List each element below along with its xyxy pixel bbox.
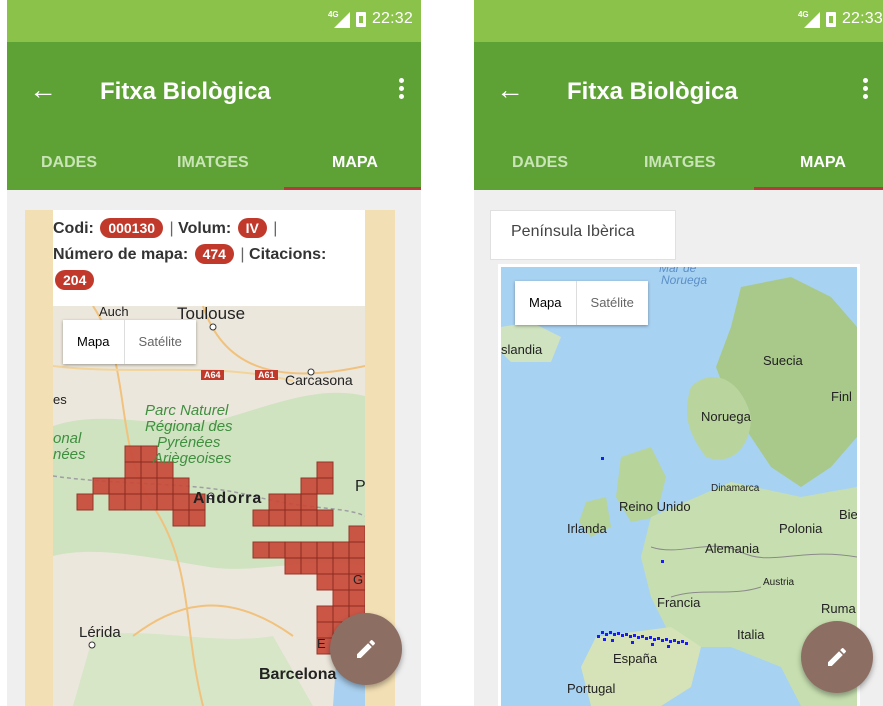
map-label-noruega-sea: Noruega [661,273,708,287]
tab-mapa[interactable]: MAPA [800,154,846,172]
tab-dades[interactable]: DADES [512,154,568,172]
status-bar: 4G 22:33 [474,0,883,42]
codi-badge: 000130 [100,218,164,238]
map-label-park-4: Ariègeoises [153,450,232,467]
distribution-map[interactable]: Auch Toulouse A64 A61 Carcasona es Parc … [53,306,365,706]
arrow-left-icon[interactable]: ← [496,76,524,104]
map-label-ruma: Ruma [821,601,856,616]
map-label-polonia: Polonia [779,521,823,536]
citacions-badge: 204 [55,270,95,290]
map-label-es: es [53,392,67,407]
map-type-mapa[interactable]: Mapa [63,320,125,364]
map-label-lerida: Lérida [79,624,121,641]
app-bar: ← Fitxa Biològica DADES IMATGES MAPA [474,42,883,190]
codi-label: Codi: [53,220,94,237]
battery-icon [355,11,366,27]
map-type-mapa[interactable]: Mapa [515,281,577,325]
mapa-badge: 474 [194,244,234,264]
map-label-carcassonne: Carcasona [285,372,353,388]
map-label-espana: España [613,651,658,666]
map-label-andorra: Andorra [193,490,263,507]
page-title: Fitxa Biològica [567,78,738,105]
map-label-onal: onal [53,430,82,447]
tab-indicator [754,187,883,190]
status-bar: 4G 22:32 [7,0,421,42]
map-type-satelite[interactable]: Satélite [125,320,196,364]
map-label-suecia: Suecia [763,353,803,368]
road-a64: A64 [201,370,224,380]
edit-pencil-icon [357,639,376,658]
mapa-label: Número de mapa: [53,246,189,263]
map-label-park-1: Parc Naturel [145,402,229,419]
tab-imatges[interactable]: IMATGES [644,154,716,172]
more-vert-icon[interactable] [399,78,405,100]
battery-icon [825,11,836,27]
map-type-satelite[interactable]: Satélite [577,281,648,325]
status-time: 22:33 [841,10,883,27]
map-card-content: Codi: 000130 | Volum: IV | Número de map… [53,210,365,706]
map-label-irlanda: Irlanda [567,521,607,536]
map-label-auch: Auch [99,306,129,319]
map-label-e: E [317,636,326,651]
page-title: Fitxa Biològica [100,78,271,105]
status-time: 22:32 [371,10,413,27]
map-label-finl: Finl [831,389,852,404]
app-bar: ← Fitxa Biològica DADES IMATGES MAPA [7,42,421,190]
tab-mapa[interactable]: MAPA [332,154,378,172]
tab-dades[interactable]: DADES [41,154,97,172]
tab-imatges[interactable]: IMATGES [177,154,249,172]
map-label-nees: nées [53,446,86,463]
region-tab-peninsula-iberica[interactable]: Península Ibèrica [490,210,676,260]
europe-map[interactable]: Mar de Noruega slandia Suecia Finl Norue… [501,267,857,706]
map-label-g: G [353,572,364,587]
map-label-p: P [355,478,365,495]
map-label-francia: Francia [657,595,701,610]
map-label-austria: Austria [763,577,795,588]
phone-screen-left: 4G 22:32 ← Fitxa Biològica DADES IMATGES… [7,0,421,706]
citacions-label: Citacions: [249,246,327,263]
map-type-control: Mapa Satélite [515,281,648,325]
tab-bar: DADES IMATGES MAPA [474,148,883,190]
signal-icon: 4G [328,10,350,28]
edit-pencil-icon [828,647,847,666]
map-label-noruega: Noruega [701,409,751,424]
signal-icon: 4G [798,10,820,28]
edit-fab[interactable] [330,613,402,685]
map-label-alemania: Alemania [705,541,760,556]
tab-bar: DADES IMATGES MAPA [7,148,421,190]
map-label-islandia: slandia [501,342,543,357]
volum-label: Volum: [178,220,232,237]
map-label-bie: Bie [839,507,857,522]
map-label-dinamarca: Dinamarca [711,483,760,494]
tab-indicator [284,187,421,190]
phone-screen-right: 4G 22:33 ← Fitxa Biològica DADES IMATGES… [474,0,883,706]
map-label-italia: Italia [737,627,765,642]
species-info: Codi: 000130 | Volum: IV | Número de map… [53,218,327,290]
edit-fab[interactable] [801,621,873,693]
more-vert-icon[interactable] [863,78,869,100]
map-label-portugal: Portugal [567,681,616,696]
map-label-park-2: Régional des [145,418,233,435]
map-label-barcelona: Barcelona [259,666,337,683]
road-a61: A61 [255,370,278,380]
map-type-control: Mapa Satélite [63,320,196,364]
map-label-reino-unido: Reino Unido [619,499,691,514]
map-label-park-3: Pyrénées [157,434,221,451]
volum-badge: IV [237,218,267,238]
arrow-left-icon[interactable]: ← [29,76,57,104]
map-base [501,277,857,706]
